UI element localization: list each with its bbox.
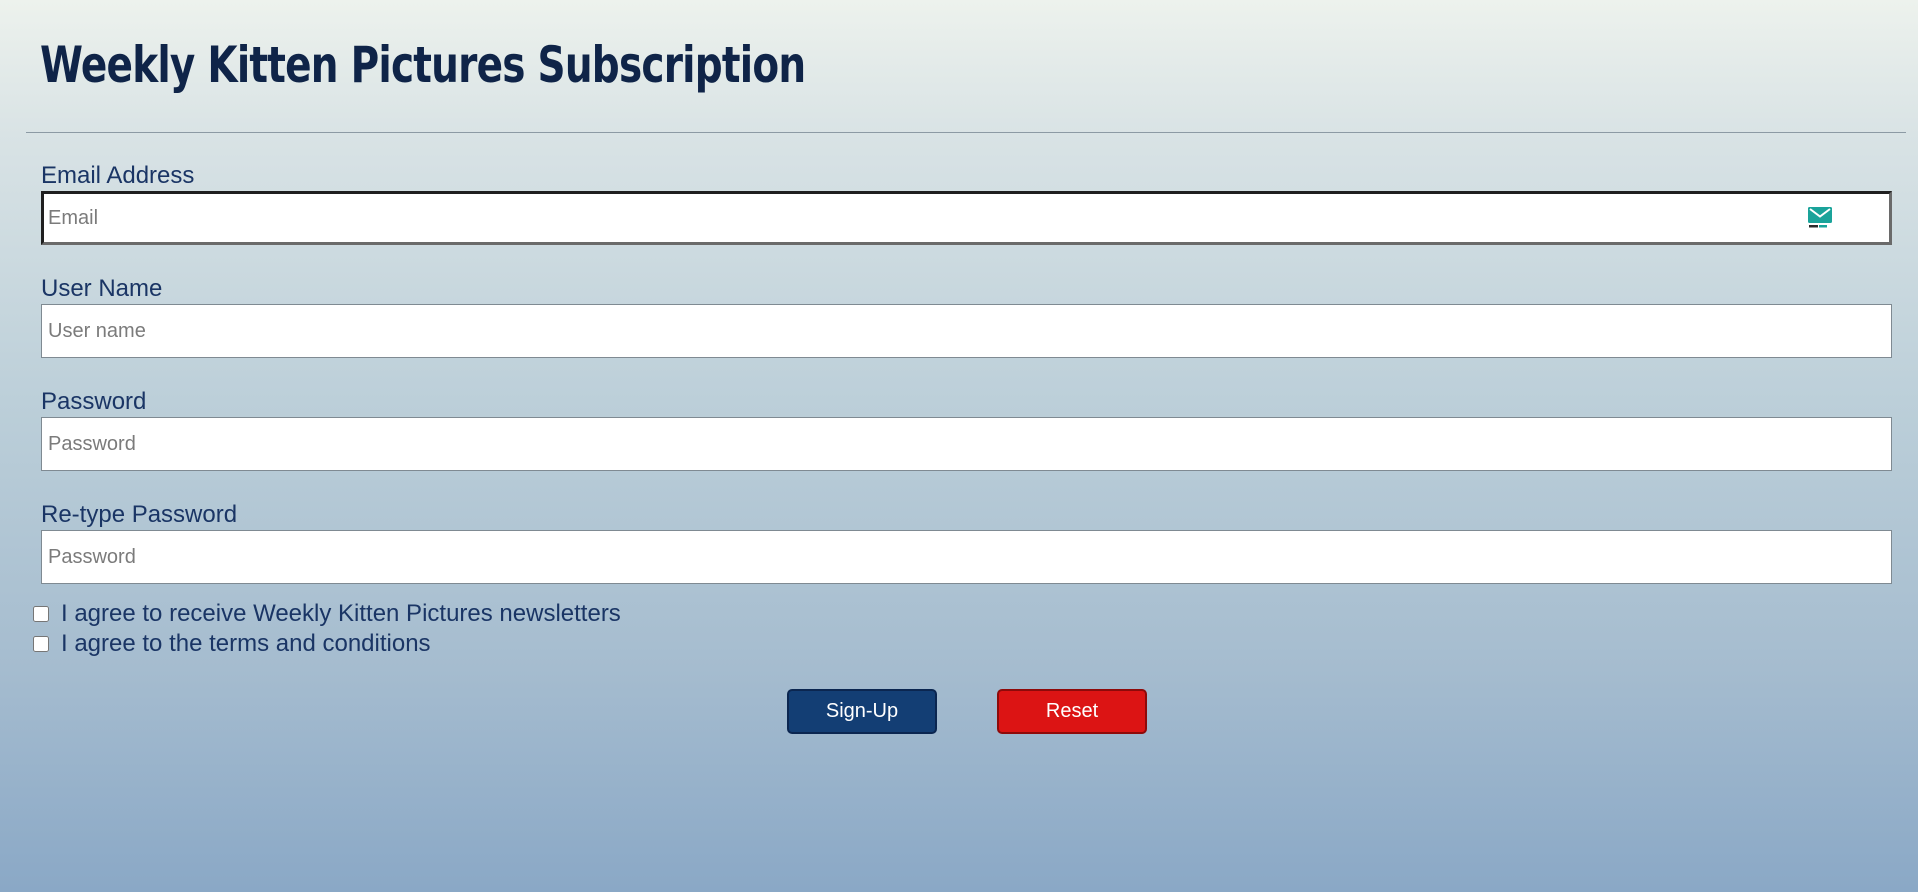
- newsletter-consent-row: I agree to receive Weekly Kitten Picture…: [33, 600, 621, 628]
- terms-checkbox[interactable]: [33, 636, 49, 652]
- email-field[interactable]: [41, 191, 1892, 245]
- password-field[interactable]: [41, 417, 1892, 471]
- newsletter-checkbox-label: I agree to receive Weekly Kitten Picture…: [61, 600, 621, 627]
- terms-checkbox-label: I agree to the terms and conditions: [61, 630, 431, 657]
- newsletter-checkbox[interactable]: [33, 606, 49, 622]
- reset-button[interactable]: Reset: [997, 689, 1147, 734]
- email-label: Email Address: [41, 162, 195, 189]
- header-divider: [26, 132, 1906, 133]
- username-label: User Name: [41, 275, 163, 302]
- page-title: Weekly Kitten Pictures Subscription: [40, 36, 806, 94]
- signup-button[interactable]: Sign-Up: [787, 689, 937, 734]
- username-field[interactable]: [41, 304, 1892, 358]
- terms-consent-row: I agree to the terms and conditions: [33, 630, 431, 658]
- mail-icon[interactable]: [1808, 207, 1832, 229]
- retype-password-label: Re-type Password: [41, 501, 238, 528]
- retype-password-field[interactable]: [41, 530, 1892, 584]
- password-label: Password: [41, 388, 147, 415]
